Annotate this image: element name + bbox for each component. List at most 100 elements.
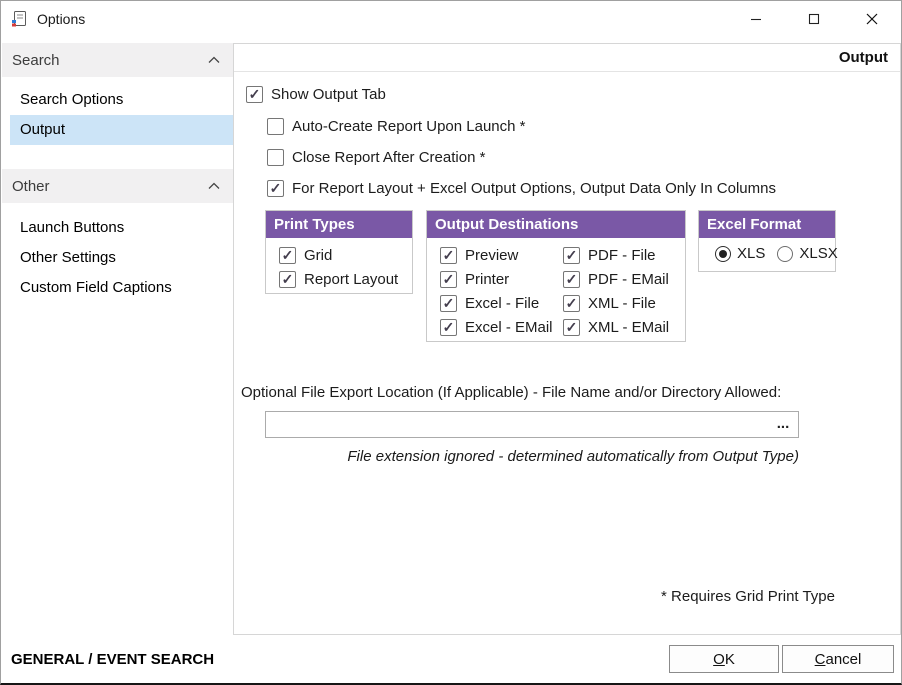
checkbox-box: ✓ <box>563 295 580 312</box>
checkbox-label: Excel - EMail <box>465 319 553 336</box>
checkbox-label: Show Output Tab <box>271 86 386 103</box>
check-icon: ✓ <box>443 272 455 286</box>
close-button[interactable] <box>843 1 901 37</box>
radio-xls[interactable]: XLS <box>715 245 765 262</box>
output-destinations-header: Output Destinations <box>427 211 685 238</box>
checkbox-box: ✓ <box>267 180 284 197</box>
checkbox-label: For Report Layout + Excel Output Options… <box>292 180 776 197</box>
chevron-up-icon <box>208 182 220 190</box>
sidebar-item-launch-buttons[interactable]: Launch Buttons <box>10 213 234 243</box>
checkbox-box: ✓ <box>563 247 580 264</box>
excel-format-group: Excel Format XLS XLSX <box>698 210 836 272</box>
check-icon: ✓ <box>566 296 578 310</box>
checkbox-close-report-after-creation[interactable]: ✓ Close Report After Creation * <box>267 148 485 166</box>
status-text: GENERAL / EVENT SEARCH <box>11 651 214 668</box>
section-label: Other <box>12 178 50 195</box>
check-icon: ✓ <box>443 296 455 310</box>
close-icon <box>866 13 878 25</box>
export-location-input[interactable] <box>265 411 799 438</box>
checkbox-box: ✓ <box>440 319 457 336</box>
checkbox-show-output-tab[interactable]: ✓ Show Output Tab <box>246 85 386 103</box>
checkbox-label: Report Layout <box>304 271 398 288</box>
cancel-button[interactable]: Cancel <box>782 645 894 673</box>
checkbox-auto-create-report[interactable]: ✓ Auto-Create Report Upon Launch * <box>267 117 525 135</box>
checkbox-pdf-email[interactable]: ✓ PDF - EMail <box>563 267 669 291</box>
checkbox-xml-file[interactable]: ✓ XML - File <box>563 291 669 315</box>
checkbox-box: ✓ <box>440 247 457 264</box>
radio-xlsx[interactable]: XLSX <box>777 245 837 262</box>
output-destinations-col1: ✓ Preview ✓ Printer ✓ Excel - File ✓ Exc… <box>440 243 563 339</box>
checkbox-box: ✓ <box>246 86 263 103</box>
output-destinations-group: Output Destinations ✓ Preview ✓ Printer … <box>426 210 686 342</box>
check-icon: ✓ <box>443 320 455 334</box>
checkbox-label: XML - File <box>588 295 656 312</box>
minimize-button[interactable] <box>727 1 785 37</box>
sidebar-section-other[interactable]: Other <box>2 169 234 203</box>
window-title: Options <box>37 11 85 27</box>
ok-accel: O <box>713 651 725 668</box>
browse-button[interactable]: ... <box>771 413 795 434</box>
checkbox-report-layout[interactable]: ✓ Report Layout <box>279 267 412 291</box>
checkbox-label: PDF - EMail <box>588 271 669 288</box>
window-controls <box>727 1 901 37</box>
print-types-group: Print Types ✓ Grid ✓ Report Layout <box>265 210 413 294</box>
check-icon: ✓ <box>282 272 294 286</box>
print-types-header: Print Types <box>266 211 412 238</box>
radio-label: XLSX <box>799 245 837 262</box>
checkbox-box: ✓ <box>267 149 284 166</box>
checkbox-pdf-file[interactable]: ✓ PDF - File <box>563 243 669 267</box>
radio-label: XLS <box>737 245 765 262</box>
radio-circle <box>715 246 731 262</box>
checkbox-label: Printer <box>465 271 509 288</box>
check-icon: ✓ <box>566 248 578 262</box>
app-icon <box>11 10 29 28</box>
sidebar-section-search[interactable]: Search <box>2 43 234 77</box>
checkbox-box: ✓ <box>563 319 580 336</box>
checkbox-label: Close Report After Creation * <box>292 149 485 166</box>
ok-button[interactable]: OK <box>669 645 779 673</box>
checkbox-preview[interactable]: ✓ Preview <box>440 243 563 267</box>
requires-grid-footnote: * Requires Grid Print Type <box>661 588 835 605</box>
checkbox-label: XML - EMail <box>588 319 669 336</box>
check-icon: ✓ <box>443 248 455 262</box>
cancel-rest: ancel <box>825 651 861 668</box>
checkbox-box: ✓ <box>563 271 580 288</box>
maximize-button[interactable] <box>785 1 843 37</box>
options-dialog: Options Search Search Options Output Oth… <box>0 0 902 685</box>
sidebar-item-output[interactable]: Output <box>10 115 234 145</box>
sidebar-item-other-settings[interactable]: Other Settings <box>10 243 234 273</box>
minimize-icon <box>750 13 762 25</box>
check-icon: ✓ <box>566 320 578 334</box>
checkbox-label: PDF - File <box>588 247 656 264</box>
checkbox-xml-email[interactable]: ✓ XML - EMail <box>563 315 669 339</box>
ok-rest: K <box>725 651 735 668</box>
checkbox-output-data-only-in-columns[interactable]: ✓ For Report Layout + Excel Output Optio… <box>267 179 776 197</box>
checkbox-label: Auto-Create Report Upon Launch * <box>292 118 525 135</box>
checkbox-label: Grid <box>304 247 332 264</box>
checkbox-grid[interactable]: ✓ Grid <box>279 243 412 267</box>
radio-dot <box>719 250 727 258</box>
panel-header: Output <box>234 44 900 72</box>
check-icon: ✓ <box>249 87 261 101</box>
sidebar: Search Search Options Output Other Launc… <box>2 37 234 633</box>
page-title: Output <box>839 49 900 66</box>
checkbox-printer[interactable]: ✓ Printer <box>440 267 563 291</box>
export-location-label: Optional File Export Location (If Applic… <box>241 384 781 401</box>
checkbox-excel-email[interactable]: ✓ Excel - EMail <box>440 315 563 339</box>
export-location-note: File extension ignored - determined auto… <box>265 448 799 465</box>
sidebar-item-custom-field-captions[interactable]: Custom Field Captions <box>10 273 234 303</box>
section-label: Search <box>12 52 60 69</box>
titlebar[interactable]: Options <box>1 1 901 37</box>
sidebar-item-search-options[interactable]: Search Options <box>10 85 234 115</box>
output-panel: Output ✓ Show Output Tab ✓ Auto-Create R… <box>233 43 901 635</box>
excel-format-header: Excel Format <box>699 211 835 238</box>
cancel-accel: C <box>815 651 826 668</box>
maximize-icon <box>808 13 820 25</box>
checkbox-label: Excel - File <box>465 295 539 312</box>
checkbox-box: ✓ <box>279 271 296 288</box>
radio-circle <box>777 246 793 262</box>
checkbox-excel-file[interactable]: ✓ Excel - File <box>440 291 563 315</box>
checkbox-box: ✓ <box>440 271 457 288</box>
check-icon: ✓ <box>566 272 578 286</box>
check-icon: ✓ <box>282 248 294 262</box>
